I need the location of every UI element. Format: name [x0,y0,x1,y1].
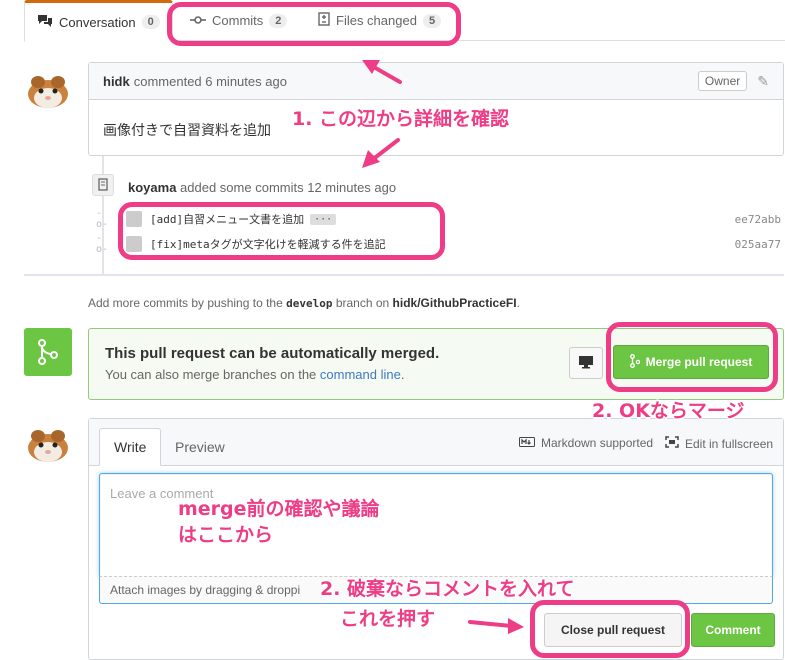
conversation-icon [37,14,53,31]
comment-author[interactable]: hidk [103,74,130,89]
monitor-icon [578,355,594,372]
avatar[interactable] [24,64,72,112]
repo-name[interactable]: hidk/GithubPracticeFI [393,296,517,310]
merge-status-icon [24,328,72,376]
tab-conversation-count: 0 [141,15,160,29]
commit-sha[interactable]: ee72abb [735,213,781,226]
highlight-merge-button [606,322,778,392]
annotation-discard-1: 2. 破棄ならコメントを入れて [320,578,575,600]
push-event: koyama added some commits 12 minutes ago [128,180,396,195]
branch-info-prefix: Add more commits by pushing to the [88,296,283,310]
annotation-check-details: 1. この辺から詳細を確認 [292,108,510,130]
annotation-discussion-1: merge前の確認や議論 [178,498,380,520]
merge-subtitle: You can also merge branches on the comma… [105,367,404,382]
owner-badge: Owner [697,71,748,91]
push-author[interactable]: koyama [128,180,176,195]
monitor-button[interactable] [569,347,603,379]
commit-node-icon: -o- [96,233,109,255]
merge-subtitle-text: You can also merge branches on the [105,367,317,382]
markdown-supported[interactable]: Markdown supported [519,436,653,450]
edit-fullscreen[interactable]: Edit in fullscreen [665,436,773,451]
markdown-icon [519,436,535,450]
timeline-divider [24,274,784,276]
markdown-label: Markdown supported [541,436,654,450]
branch-info-middle: branch on [335,296,390,310]
push-text: added some commits 12 minutes ago [180,180,397,195]
pencil-icon[interactable]: ✎ [757,73,769,90]
branch-name: develop [286,297,333,310]
avatar[interactable] [24,418,72,466]
tab-conversation-label: Conversation [59,14,136,30]
tab-write[interactable]: Write [99,428,162,466]
tab-preview[interactable]: Preview [161,428,239,466]
merge-title: This pull request can be automatically m… [105,345,440,362]
repo-push-icon [92,174,114,196]
merge-subtitle-end: . [400,367,405,382]
commit-sha[interactable]: 025aa77 [735,238,781,251]
command-line-link[interactable]: command line [320,367,401,382]
comment-header: hidk commented 6 minutes ago Owner ✎ [89,63,783,100]
tab-conversation[interactable]: Conversation 0 [24,0,173,42]
fullscreen-label: Edit in fullscreen [685,436,774,451]
highlight-commits [118,202,445,260]
annotation-discussion-2: はここから [178,524,274,546]
branch-info: Add more commits by pushing to the devel… [88,296,520,310]
new-comment-header: Write Preview Markdown supported Edit in… [89,419,783,466]
highlight-tabs [167,2,461,46]
comment-button[interactable]: Comment [691,613,775,647]
branch-info-suffix: . [516,296,520,310]
annotation-merge-ok: 2. OKならマージ [592,400,745,422]
comment-timestamp: commented 6 minutes ago [133,73,287,89]
fullscreen-icon [665,436,679,451]
annotation-discard-2: これを押す [340,608,436,630]
commit-node-icon: -o- [96,208,109,230]
highlight-close-button [530,600,690,658]
